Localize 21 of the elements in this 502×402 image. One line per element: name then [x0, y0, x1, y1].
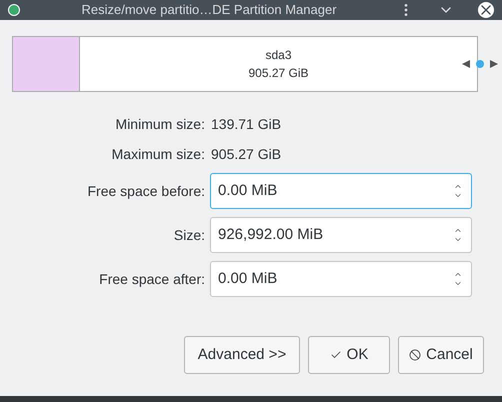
close-icon[interactable] — [478, 2, 494, 18]
info-label: Maximum size: — [110, 144, 206, 164]
field-label: Size: — [172, 226, 206, 244]
window-title: Resize/move partitio…DE Partition Manager — [80, 1, 338, 20]
info-value: 905.27 GiB — [210, 144, 282, 164]
field-label: Free space before: — [86, 182, 206, 201]
info-value: 139.71 GiB — [210, 114, 282, 134]
dialog-button[interactable]: Cancel — [398, 336, 484, 374]
check-icon — [330, 349, 342, 361]
spin-box[interactable]: 0.00 MiB — [210, 261, 472, 297]
spin-box[interactable]: 926,992.00 MiB — [210, 217, 472, 253]
info-label: Minimum size: — [114, 114, 206, 134]
app-icon — [8, 4, 20, 16]
partition-size: 905.27 GiB — [248, 65, 309, 82]
cancel-icon — [409, 349, 422, 361]
field-label: Free space after: — [98, 270, 206, 289]
partition-name: sda3 — [265, 47, 292, 64]
dialog-button[interactable]: OK — [308, 336, 390, 374]
dialog-button[interactable]: Advanced >> — [184, 336, 300, 374]
spin-box[interactable]: 0.00 MiB — [210, 173, 472, 209]
resize-handle[interactable] — [462, 59, 498, 69]
